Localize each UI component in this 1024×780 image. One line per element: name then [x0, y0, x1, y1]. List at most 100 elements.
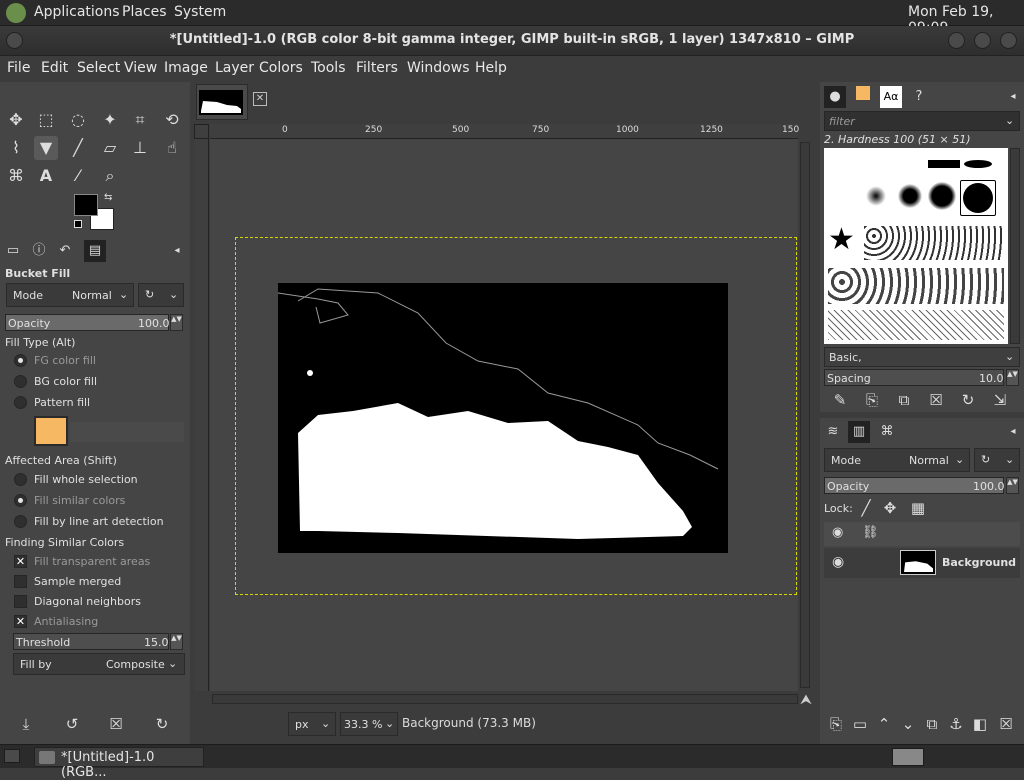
threshold-spin[interactable]: ▲▼ — [170, 633, 183, 650]
antialiasing-label[interactable]: Antialiasing — [34, 615, 98, 628]
fonts-tab-icon[interactable]: Aα — [880, 86, 902, 108]
zoom-tool-icon[interactable]: ⌕ — [98, 164, 122, 188]
paintbrush-tool-icon[interactable]: ╱ — [66, 136, 90, 160]
layers-tab-icon[interactable]: ≋ — [822, 421, 844, 443]
dock-menu-icon[interactable]: ◂ — [166, 240, 188, 262]
duplicate-layer-icon[interactable]: ⧉ — [922, 714, 942, 734]
device-status-tab-icon[interactable]: ⓘ — [28, 240, 50, 262]
brush-filter-input[interactable]: filter ⌄ — [824, 111, 1020, 131]
quick-mask-corner[interactable] — [194, 124, 209, 139]
new-layer-icon[interactable]: ⎘ — [826, 714, 846, 734]
edit-brush-icon[interactable]: ✎ — [830, 390, 850, 410]
layer-row[interactable]: ◉ Background — [824, 548, 1020, 578]
system-menu[interactable]: System — [174, 4, 226, 20]
rotate-tool-icon[interactable]: ⟲ — [160, 108, 184, 132]
opacity-slider[interactable]: Opacity 100.0 — [5, 314, 170, 331]
foreground-color-swatch[interactable] — [74, 194, 98, 216]
refresh-brushes-icon[interactable]: ↻ — [958, 390, 978, 410]
pattern-fill-radio[interactable] — [14, 396, 27, 409]
fill-whole-radio[interactable] — [14, 473, 27, 486]
fill-whole-label[interactable]: Fill whole selection — [34, 473, 138, 486]
gnome-logo-icon[interactable] — [6, 3, 26, 23]
zoom-combo[interactable]: 33.3 % ⌄ — [340, 712, 398, 736]
lock-pixels-icon[interactable]: ╱ — [856, 498, 876, 518]
menu-edit[interactable]: Edit — [41, 60, 68, 76]
fill-by-combo[interactable]: Fill by Composite ⌄ — [13, 653, 185, 675]
text-tool-icon[interactable]: A — [34, 164, 58, 188]
menu-layer[interactable]: Layer — [215, 60, 254, 76]
channels-tab-icon[interactable]: ▥ — [848, 421, 870, 443]
fill-similar-radio[interactable] — [14, 494, 27, 507]
layer-opacity-slider[interactable]: Opacity 100.0 — [824, 477, 1005, 494]
open-brush-as-image-icon[interactable]: ⇲ — [990, 390, 1010, 410]
minimize-button[interactable] — [948, 32, 965, 49]
menu-view[interactable]: View — [124, 60, 157, 76]
fill-lineart-label[interactable]: Fill by line art detection — [34, 515, 164, 528]
menu-file[interactable]: File — [7, 60, 30, 76]
color-picker-tool-icon[interactable]: ⁄ — [66, 164, 90, 188]
show-desktop-icon[interactable] — [4, 749, 20, 763]
menu-filters[interactable]: Filters — [356, 60, 398, 76]
lock-position-icon[interactable]: ✥ — [880, 498, 900, 518]
lock-alpha-icon[interactable]: ▦ — [908, 498, 928, 518]
maximize-button[interactable] — [974, 32, 991, 49]
bg-fill-radio[interactable] — [14, 375, 27, 388]
opacity-spin[interactable]: ▲▼ — [170, 314, 183, 331]
undo-history-tab-icon[interactable]: ↶ — [54, 240, 76, 262]
fill-transparent-checkbox[interactable]: ✕ — [14, 555, 27, 568]
paths-tab-icon[interactable]: ⌘ — [876, 421, 898, 443]
fg-fill-radio[interactable] — [14, 354, 27, 367]
fill-lineart-radio[interactable] — [14, 515, 27, 528]
window-titlebar[interactable]: *[Untitled]-1.0 (RGB color 8-bit gamma i… — [0, 26, 1024, 56]
swap-colors-icon[interactable]: ⇆ — [104, 192, 112, 203]
unit-combo[interactable]: px ⌄ — [288, 712, 336, 736]
sample-merged-checkbox[interactable] — [14, 575, 27, 588]
applications-menu[interactable]: Applications — [34, 4, 120, 20]
navigate-icon[interactable]: ⮝ — [800, 692, 812, 708]
horizontal-scrollbar[interactable] — [212, 694, 798, 704]
crop-tool-icon[interactable]: ⌗ — [128, 108, 152, 132]
warp-tool-icon[interactable]: ⌇ — [4, 136, 28, 160]
lower-layer-icon[interactable]: ⌄ — [898, 714, 918, 734]
taskbar-item-gimp[interactable]: *[Untitled]-1.0 (RGB... — [34, 747, 204, 780]
eraser-tool-icon[interactable]: ▱ — [98, 136, 122, 160]
dock-menu-icon[interactable]: ◂ — [1002, 421, 1024, 443]
smudge-tool-icon[interactable]: ☝ — [160, 136, 184, 160]
duplicate-brush-icon[interactable]: ⧉ — [894, 390, 914, 410]
diagonal-neighbors-checkbox[interactable] — [14, 595, 27, 608]
new-brush-icon[interactable]: ⎘ — [862, 390, 882, 410]
help-tab-icon[interactable]: ? — [908, 86, 930, 108]
patterns-tab-icon[interactable] — [852, 86, 874, 108]
dock-menu-icon[interactable]: ◂ — [1002, 86, 1024, 108]
reset-options-icon[interactable]: ↻ — [152, 714, 172, 734]
horizontal-ruler[interactable]: 0 250 500 750 1000 1250 150 — [210, 124, 799, 139]
clone-tool-icon[interactable]: ⊥ — [128, 136, 152, 160]
raise-layer-icon[interactable]: ⌃ — [874, 714, 894, 734]
bg-fill-label[interactable]: BG color fill — [34, 375, 97, 388]
fill-similar-label[interactable]: Fill similar colors — [34, 494, 125, 507]
menu-colors[interactable]: Colors — [259, 60, 303, 76]
threshold-slider[interactable]: Threshold 15.0 — [13, 633, 169, 650]
save-options-icon[interactable]: ⤓ — [16, 714, 36, 734]
layer-mode-reset-combo[interactable]: ↻ ⌄ — [974, 448, 1020, 472]
close-button[interactable] — [1000, 32, 1017, 49]
fuzzy-select-tool-icon[interactable]: ✦ — [98, 108, 122, 132]
diagonal-neighbors-label[interactable]: Diagonal neighbors — [34, 595, 141, 608]
mode-combo[interactable]: Mode Normal ⌄ — [6, 283, 134, 307]
brush-grid[interactable]: ★ — [824, 148, 1008, 344]
vertical-scrollbar[interactable] — [800, 142, 810, 688]
workspace-switcher[interactable] — [892, 748, 924, 766]
bucket-fill-tool-icon[interactable]: ▼ — [34, 136, 58, 160]
antialiasing-checkbox[interactable]: ✕ — [14, 615, 27, 628]
pattern-fill-label[interactable]: Pattern fill — [34, 396, 90, 409]
menu-help[interactable]: Help — [475, 60, 507, 76]
move-tool-icon[interactable]: ✥ — [4, 108, 28, 132]
brushes-tab-icon[interactable]: ● — [824, 86, 846, 108]
default-colors-icon[interactable] — [74, 220, 82, 228]
spacing-slider[interactable]: Spacing 10.0 — [824, 369, 1004, 386]
spacing-spin[interactable]: ▲▼ — [1006, 369, 1019, 386]
places-menu[interactable]: Places — [122, 4, 167, 20]
eye-icon[interactable]: ◉ — [832, 554, 844, 570]
layer-mode-combo[interactable]: Mode Normal ⌄ — [824, 448, 970, 472]
restore-options-icon[interactable]: ↺ — [62, 714, 82, 734]
